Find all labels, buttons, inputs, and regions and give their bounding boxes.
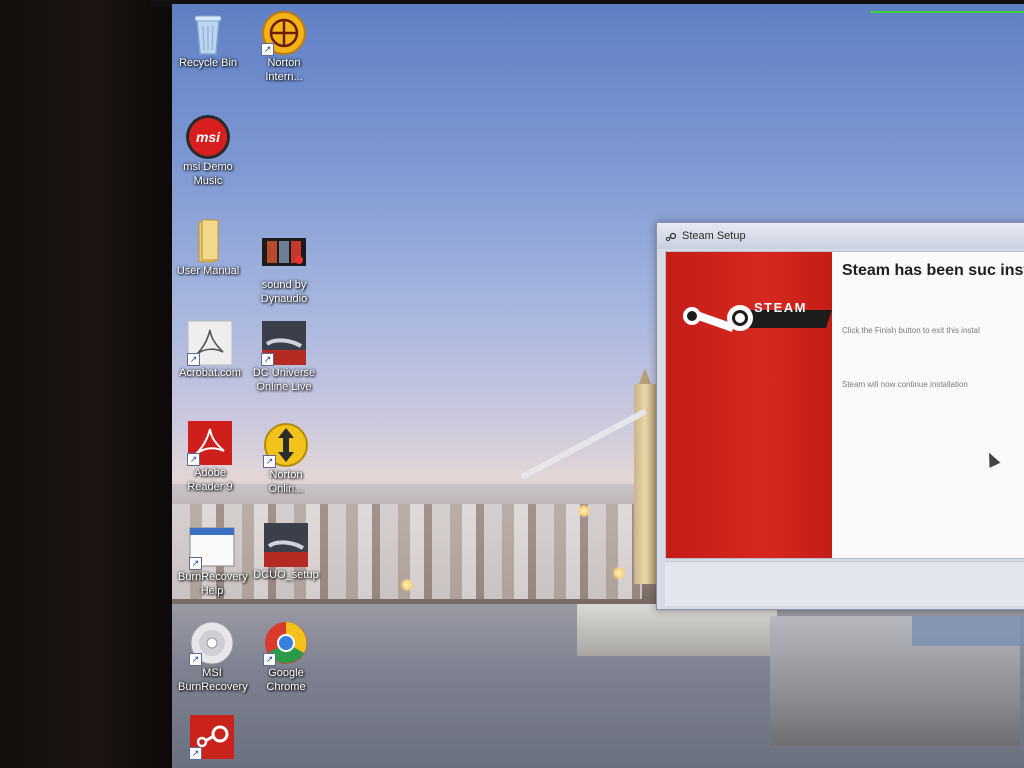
shortcut-arrow-icon: ↗ [187, 353, 200, 366]
dcuo-game-icon: ↗ [261, 320, 307, 366]
desktop-icon-google-chrome[interactable]: ↗ Google Chrome [252, 620, 320, 694]
desktop-icon-label: DCUO_setup [253, 569, 319, 581]
completion-heading: Steam has been suc installed. [842, 262, 1024, 279]
desktop-icon-norton-online[interactable]: ↗ Norton Onlin... [252, 422, 320, 496]
help-document-icon: ↗ [189, 524, 235, 570]
wallpaper-light [400, 578, 414, 592]
svg-text:msi: msi [196, 129, 221, 145]
installer-body: STEAM Steam has been suc installed. Clic… [665, 251, 1024, 559]
steam-shortcut-icon: ↗ [189, 714, 235, 760]
finish-instruction: Click the Finish button to exit this ins… [842, 326, 980, 335]
desktop-icon-label: DC Universe Online Live [252, 367, 316, 393]
norton-online-backup-icon: ↗ [263, 422, 309, 468]
steam-window-icon [665, 230, 677, 242]
shortcut-arrow-icon: ↗ [189, 653, 202, 666]
desktop-icon-steam[interactable]: ↗ [178, 714, 246, 760]
desktop-icon-norton-internet[interactable]: ↗ Norton Intern... [250, 10, 318, 84]
wallpaper-light [612, 566, 626, 580]
desktop-icon-label: User Manual [176, 265, 240, 277]
installer-button-bar [665, 561, 1024, 606]
desktop-icon-msi-burnrecovery[interactable]: ↗ MSI BurnRecovery [178, 620, 248, 694]
desktop-icon-label: Adobe Reader 9 [187, 467, 233, 493]
acrobat-icon: ↗ [187, 320, 233, 366]
desktop-icon-label: Google Chrome [266, 667, 306, 693]
desktop-icon-label: MSI BurnRecovery [178, 667, 248, 693]
wallpaper-light [577, 504, 591, 518]
dcuo-setup-icon [263, 522, 309, 568]
steam-setup-window[interactable]: Steam Setup STEAM Steam has been suc ins… [656, 222, 1024, 610]
installer-content: Steam has been suc installed. Click the … [842, 260, 1024, 389]
shortcut-arrow-icon: ↗ [189, 557, 202, 570]
disc-icon: ↗ [189, 620, 235, 666]
desktop-icon-sound-by-dynaudio[interactable]: sound by Dynaudio [250, 232, 318, 306]
adobe-reader-icon: ↗ [187, 420, 233, 466]
shortcut-arrow-icon: ↗ [261, 353, 274, 366]
desktop-icon-label: BurnRecovery Help [178, 571, 248, 597]
desktop-icon-label: sound by Dynaudio [260, 279, 308, 305]
folder-icon [185, 218, 231, 264]
desktop-icon-label: Norton Onlin... [268, 469, 304, 495]
shortcut-arrow-icon: ↗ [187, 453, 200, 466]
window-titlebar[interactable]: Steam Setup [657, 223, 1024, 249]
desktop-icon-acrobat-com[interactable]: ↗ Acrobat.com [176, 320, 244, 380]
steam-banner: STEAM [666, 252, 832, 558]
wallpaper-bridge-pier [577, 604, 777, 656]
chrome-icon: ↗ [263, 620, 309, 666]
wallpaper-bridge-span [520, 408, 648, 480]
desktop-icon-adobe-reader-9[interactable]: ↗ Adobe Reader 9 [176, 420, 244, 494]
desktop-icon-label: msi Demo Music [183, 161, 233, 187]
shortcut-arrow-icon: ↗ [263, 455, 276, 468]
window-title: Steam Setup [682, 230, 746, 242]
desktop-icon-label: Recycle Bin [178, 57, 238, 69]
desktop-icon-label: Norton Intern... [265, 57, 303, 83]
desktop-icon-dc-universe-online-live[interactable]: ↗ DC Universe Online Live [250, 320, 318, 394]
steam-wordmark: STEAM [754, 300, 807, 315]
video-clip-icon [261, 232, 307, 278]
shortcut-arrow-icon: ↗ [189, 747, 202, 760]
wallpaper-bridge-road [912, 616, 1024, 646]
desktop-icon-burnrecovery-help[interactable]: ↗ BurnRecovery Help [178, 524, 248, 598]
continue-message: Steam will now continue installation [842, 380, 968, 389]
desktop-icon-label: Acrobat.com [179, 367, 241, 379]
msi-logo-icon: msi [185, 114, 231, 160]
status-indicator-line [870, 11, 1024, 13]
shortcut-arrow-icon: ↗ [261, 43, 274, 56]
desktop-icon-dcuo-setup[interactable]: DCUO_setup [252, 522, 320, 582]
monitor-bezel [0, 0, 172, 768]
norton-globe-icon: ↗ [261, 10, 307, 56]
desktop-icon-recycle-bin[interactable]: Recycle Bin [174, 10, 242, 70]
recycle-bin-icon [185, 10, 231, 56]
desktop-icon-user-manual[interactable]: User Manual [174, 218, 242, 278]
shortcut-arrow-icon: ↗ [263, 653, 276, 666]
desktop-icon-msi-demo-music[interactable]: msi msi Demo Music [174, 114, 242, 188]
